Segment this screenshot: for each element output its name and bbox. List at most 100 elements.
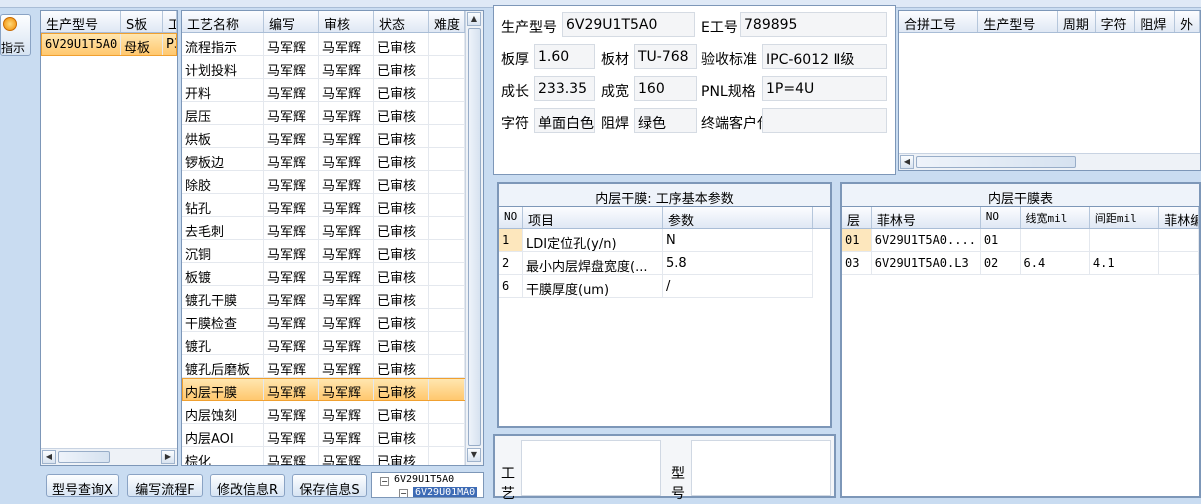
col-sboard[interactable]: S板 [121,11,163,32]
scroll-left-icon[interactable]: ◀ [900,155,914,169]
col-cycle[interactable]: 周期 [1058,11,1096,32]
col-mask[interactable]: 阻焊 [1135,11,1176,32]
process-row[interactable]: 层压 马军辉 马军辉 已审核 [182,102,483,125]
process-writer: 马军辉 [264,332,319,355]
process-row[interactable]: 开料 马军辉 马军辉 已审核 [182,79,483,102]
combine-hscroll[interactable]: ◀ [899,153,1200,170]
film-table-panel: 内层干膜表 层 菲林号 NO 线宽mil 间距mil 菲林编 016V29U1T… [840,182,1201,498]
col-outer[interactable]: 外 [1175,11,1200,32]
length-field[interactable]: 233.35 [534,76,595,101]
scroll-up-icon[interactable]: ▲ [467,12,481,26]
model-field[interactable]: 6V29U1T5A0 [562,12,695,37]
film-seq: 01 [980,229,1021,252]
process-row[interactable]: 镀孔 马军辉 马军辉 已审核 [182,332,483,355]
process-reviewer: 马军辉 [319,148,374,171]
tree-collapse-icon[interactable]: − [399,489,408,497]
process-status: 已审核 [374,286,429,309]
process-name: 棕化 [182,447,264,465]
col-spacing[interactable]: 间距mil [1090,207,1160,228]
col-film-no[interactable]: 菲林号 [872,207,981,228]
customer-field[interactable] [762,108,887,133]
film-row[interactable]: 01 6V29U1T5A0.... 01 [842,229,1199,252]
process-status: 已审核 [374,217,429,240]
orders-hscroll[interactable]: ◀ ▶ [41,448,177,465]
pnl-field[interactable]: 1P=4U [762,76,887,101]
scroll-right-icon[interactable]: ▶ [161,450,175,464]
tree-child[interactable]: 6V29U01MA0 [413,487,478,497]
length-label: 成长 [501,84,529,100]
col-no[interactable]: NO [981,207,1021,228]
col-difficulty[interactable]: 难度 [429,11,465,32]
scroll-left-icon[interactable]: ◀ [42,450,56,464]
process-row[interactable]: 干膜检查 马军辉 马军辉 已审核 [182,309,483,332]
col-char[interactable]: 字符 [1096,11,1136,32]
col-writer[interactable]: 编写 [264,11,319,32]
process-row[interactable]: 去毛刺 马军辉 马军辉 已审核 [182,217,483,240]
process-name: 内层干膜 [182,378,264,401]
scroll-thumb[interactable] [58,451,110,463]
tree-root[interactable]: 6V29U1T5A0 [394,474,454,485]
col-gong[interactable]: 工 [163,11,177,32]
process-row[interactable]: 内层干膜 马军辉 马军辉 已审核 [182,378,483,401]
col-process-name[interactable]: 工艺名称 [182,11,264,32]
process-status: 已审核 [374,424,429,447]
process-row[interactable]: 镀孔干膜 马军辉 马军辉 已审核 [182,286,483,309]
col-model[interactable]: 生产型号 [41,11,121,32]
scroll-thumb[interactable] [916,156,1076,168]
process-row[interactable]: 锣板边 马军辉 马军辉 已审核 [182,148,483,171]
col-no[interactable]: NO [499,207,523,228]
process-row[interactable]: 烘板 马军辉 马军辉 已审核 [182,125,483,148]
process-row[interactable]: 棕化 马军辉 马军辉 已审核 [182,447,483,465]
process-row[interactable]: 计划投料 马军辉 马军辉 已审核 [182,56,483,79]
order-row[interactable]: 6V29U1T5A0 母板 P3 [41,33,177,56]
thickness-field[interactable]: 1.60 [534,44,595,69]
material-field[interactable]: TU-768 [634,44,697,69]
col-film-code[interactable]: 菲林编 [1159,207,1199,228]
mask-field[interactable]: 绿色 [634,108,697,133]
standard-field[interactable]: IPC-6012 Ⅱ级 [762,44,887,69]
param-row[interactable]: 1 LDI定位孔(y/n) N [499,229,830,252]
process-writer: 马军辉 [264,102,319,125]
col-combine-no[interactable]: 合拼工号 [899,11,979,32]
tree-collapse-icon[interactable]: − [380,477,389,486]
process-vscroll[interactable]: ▲ ▼ [465,11,483,465]
param-row[interactable]: 6 干膜厚度(um) / [499,275,830,298]
col-item[interactable]: 项目 [523,207,663,228]
col-reviewer[interactable]: 审核 [319,11,374,32]
process-note-field[interactable] [521,440,661,496]
process-row[interactable]: 内层蚀刻 马军辉 马军辉 已审核 [182,401,483,424]
e-field[interactable]: 789895 [740,12,887,37]
process-row[interactable]: 除胶 马军辉 马军辉 已审核 [182,171,483,194]
scroll-down-icon[interactable]: ▼ [467,448,481,462]
process-row[interactable]: 内层AOI 马军辉 马军辉 已审核 [182,424,483,447]
model-query-button[interactable]: 型号查询X [46,474,119,498]
col-combine-model[interactable]: 生产型号 [978,11,1058,32]
param-row[interactable]: 2 最小内层焊盘宽度(... 5.8 [499,252,830,275]
process-status: 已审核 [374,79,429,102]
film-table-header: 层 菲林号 NO 线宽mil 间距mil 菲林编 [842,207,1199,229]
film-row[interactable]: 03 6V29U1T5A0.L3 02 6.4 4.1 [842,252,1199,275]
model-note-field[interactable] [691,440,831,496]
char-field[interactable]: 单面白色 [534,108,595,133]
process-name: 层压 [182,102,264,125]
col-line-width[interactable]: 线宽mil [1021,207,1090,228]
scroll-thumb[interactable] [468,28,481,446]
col-layer[interactable]: 层 [842,207,872,228]
col-status[interactable]: 状态 [374,11,429,32]
process-difficulty [429,79,465,102]
col-param[interactable]: 参数 [663,207,813,228]
process-row[interactable]: 流程指示 马军辉 马军辉 已审核 [182,33,483,56]
guide-button[interactable]: 指示 [0,14,31,56]
save-info-button[interactable]: 保存信息S [292,474,367,498]
process-name: 开料 [182,79,264,102]
edit-flow-button[interactable]: 编写流程F [127,474,203,498]
process-difficulty [429,217,465,240]
process-name: 内层AOI [182,424,264,447]
process-row[interactable]: 钻孔 马军辉 马军辉 已审核 [182,194,483,217]
modify-info-button[interactable]: 修改信息R [210,474,285,498]
process-writer: 马军辉 [264,424,319,447]
process-row[interactable]: 沉铜 马军辉 马军辉 已审核 [182,240,483,263]
process-row[interactable]: 板镀 马军辉 马军辉 已审核 [182,263,483,286]
width-field[interactable]: 160 [634,76,697,101]
process-row[interactable]: 镀孔后磨板 马军辉 马军辉 已审核 [182,355,483,378]
